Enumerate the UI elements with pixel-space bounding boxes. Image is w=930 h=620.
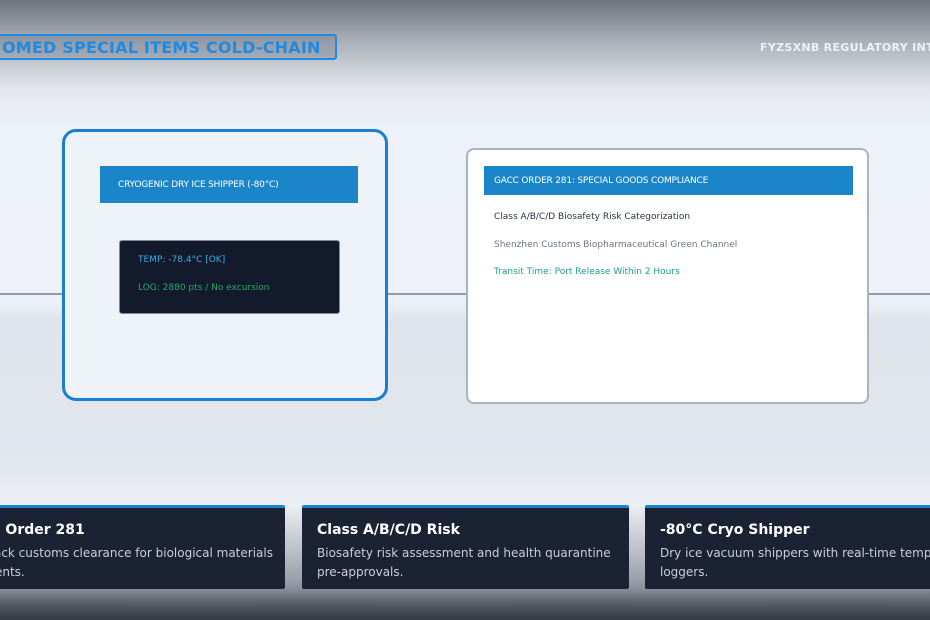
temperature-monitor: TEMP: -78.4°C [OK] LOG: 2880 pts / No ex… [119, 240, 340, 314]
info-card-order-281: CC Order 281 -track customs clearance fo… [0, 505, 285, 589]
page-title-badge: OMED SPECIAL ITEMS COLD-CHAIN [0, 34, 337, 60]
shipper-panel: CRYOGENIC DRY ICE SHIPPER (-80°C) TEMP: … [62, 129, 388, 401]
compliance-panel-header-label: GACC ORDER 281: SPECIAL GOODS COMPLIANCE [494, 175, 709, 186]
compliance-item: Transit Time: Port Release Within 2 Hour… [494, 267, 680, 277]
compliance-panel: GACC ORDER 281: SPECIAL GOODS COMPLIANCE… [466, 148, 869, 404]
compliance-item: Class A/B/C/D Biosafety Risk Categorizat… [494, 212, 691, 222]
brand-label: FYZSXNB REGULATORY INTELL [760, 41, 930, 54]
log-readout: LOG: 2880 pts / No excursion [138, 283, 270, 293]
info-card-risk-class: Class A/B/C/D Risk Biosafety risk assess… [302, 505, 629, 589]
card-description: Biosafety risk assessment and health qua… [317, 546, 611, 579]
shipper-panel-header: CRYOGENIC DRY ICE SHIPPER (-80°C) [100, 166, 358, 203]
card-title: -80°C Cryo Shipper [660, 522, 810, 538]
shipper-panel-header-label: CRYOGENIC DRY ICE SHIPPER (-80°C) [118, 179, 279, 190]
card-title: Class A/B/C/D Risk [317, 522, 460, 538]
card-title: CC Order 281 [0, 522, 85, 538]
bottom-shade [0, 590, 930, 620]
card-description: Dry ice vacuum shippers with real-time t… [660, 546, 930, 579]
temperature-readout: TEMP: -78.4°C [OK] [138, 255, 226, 265]
compliance-panel-header: GACC ORDER 281: SPECIAL GOODS COMPLIANCE [484, 166, 853, 195]
card-description: -track customs clearance for biological … [0, 546, 273, 579]
page-title: OMED SPECIAL ITEMS COLD-CHAIN [2, 37, 321, 57]
compliance-item: Shenzhen Customs Biopharmaceutical Green… [494, 240, 738, 250]
info-card-cryo-shipper: -80°C Cryo Shipper Dry ice vacuum shippe… [645, 505, 930, 589]
